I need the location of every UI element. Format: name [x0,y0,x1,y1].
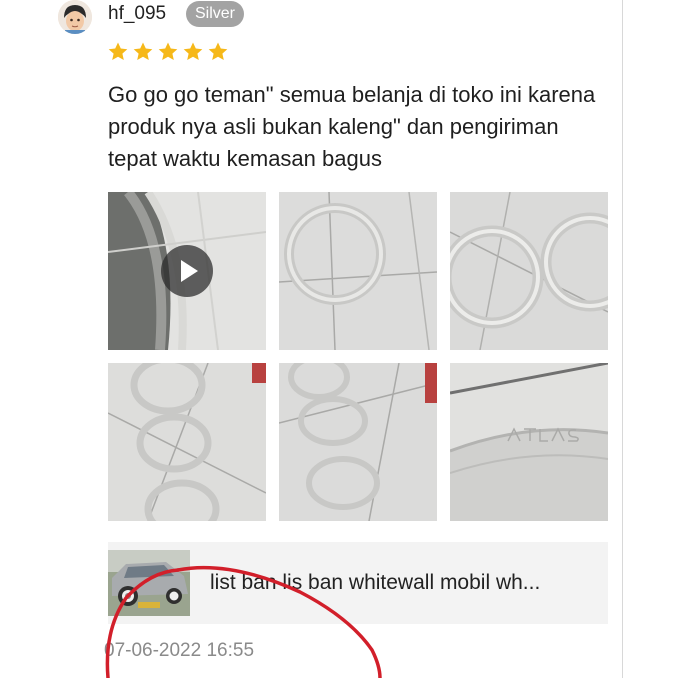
product-link-card[interactable]: list ban lis ban whitewall mobil wh... [108,542,608,624]
review-photo-thumbnail[interactable] [450,192,608,350]
divider [622,0,623,678]
review-text: Go go go teman" semua belanja di toko in… [108,82,596,171]
review-video-thumbnail[interactable] [108,192,266,350]
star-icon [108,42,128,60]
play-icon [181,260,198,282]
play-button[interactable] [161,245,213,297]
star-icon [158,42,178,60]
star-icon [183,42,203,60]
member-badge: Silver [186,1,245,27]
watermark [138,602,160,608]
review-photo-thumbnail[interactable] [108,363,266,521]
review-photo [279,363,437,521]
review-photo-thumbnail[interactable] [279,363,437,521]
review-photo [450,363,608,521]
rating-stars [106,40,230,64]
product-image [108,550,190,616]
product-name[interactable]: list ban lis ban whitewall mobil wh... [210,571,600,595]
star-icon [208,42,228,60]
review-media-grid [108,192,608,521]
review-photo [450,192,608,350]
avatar-image [58,0,92,34]
avatar[interactable] [58,0,92,34]
star-icon [133,42,153,60]
review-page: hf_095 Silver Go go go teman" semua bela… [0,0,678,678]
product-thumbnail [108,550,190,616]
review-photo [108,363,266,521]
username[interactable]: hf_095 [108,3,166,25]
review-timestamp: 07-06-2022 16:55 [104,640,255,661]
review-photo-thumbnail[interactable] [450,363,608,521]
review-photo [279,192,437,350]
review-photo-thumbnail[interactable] [279,192,437,350]
